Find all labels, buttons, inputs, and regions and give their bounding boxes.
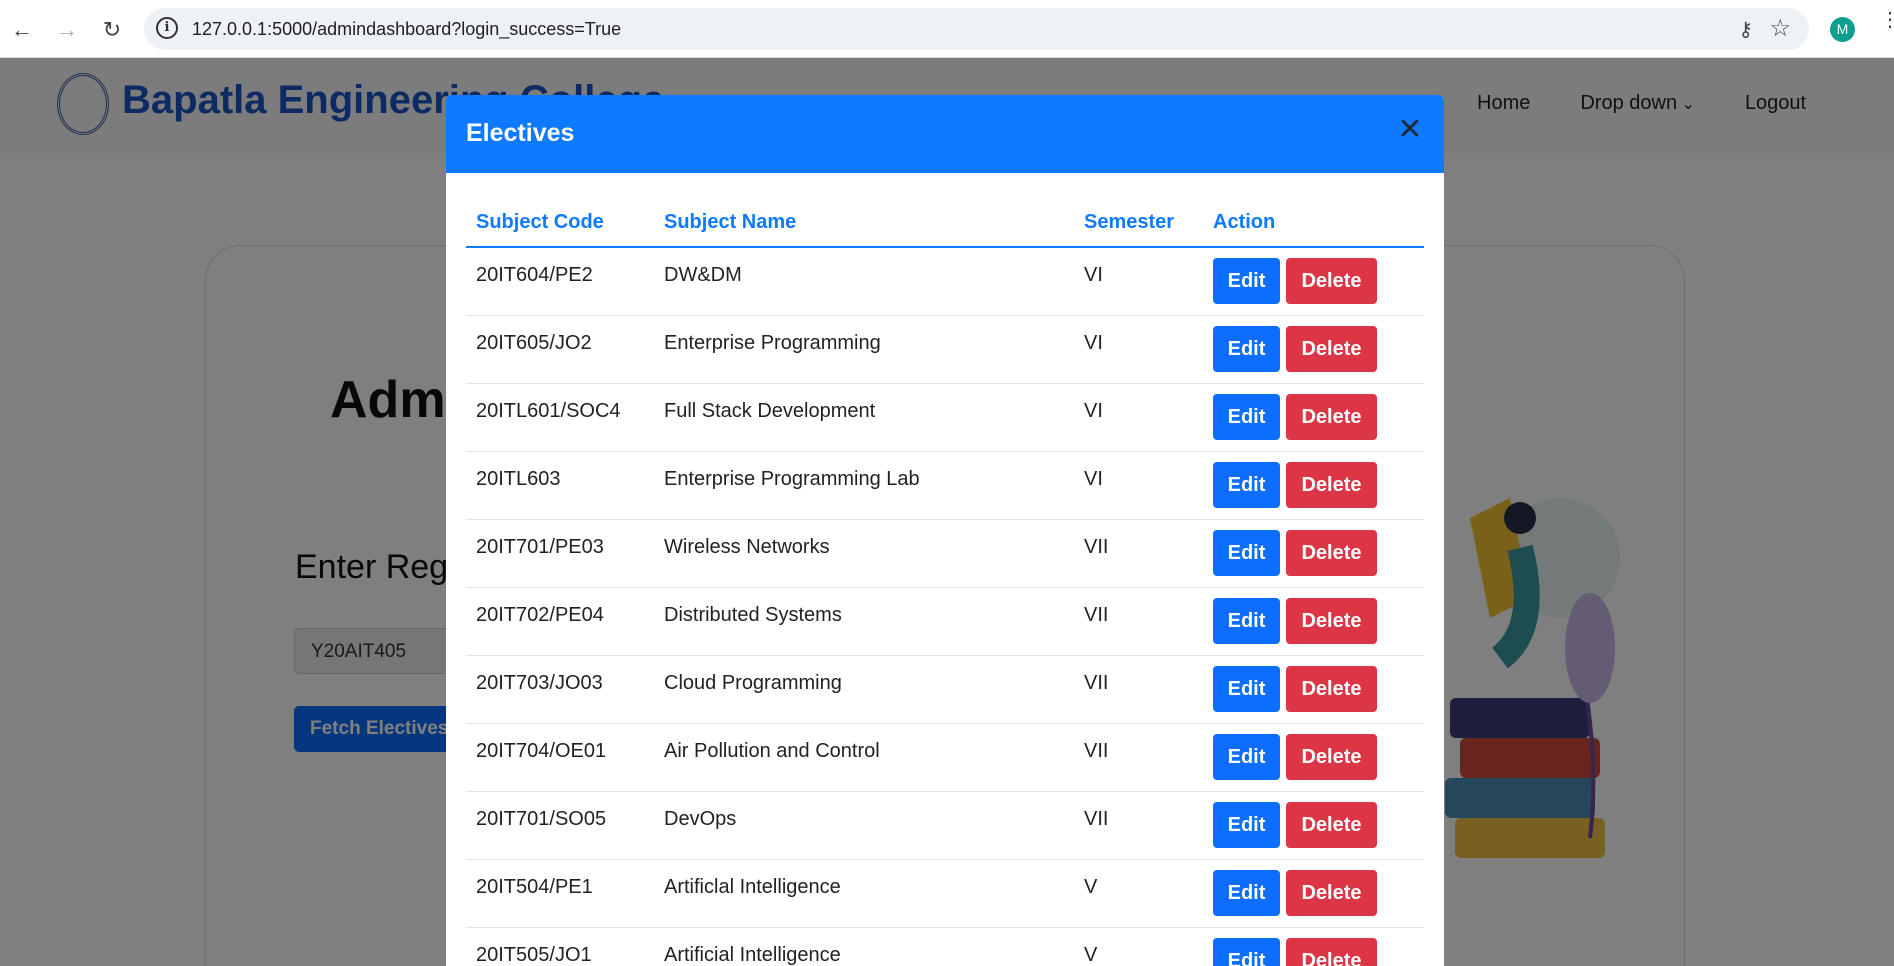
action-cell: Edit Delete bbox=[1203, 927, 1424, 966]
close-icon[interactable]: ✕ bbox=[1394, 115, 1426, 147]
semester: VI bbox=[1074, 451, 1203, 520]
delete-button[interactable]: Delete bbox=[1286, 801, 1377, 848]
semester: VII bbox=[1074, 791, 1203, 860]
table-header-row: Subject Code Subject Name Semester Actio… bbox=[466, 199, 1424, 248]
subject-code: 20IT701/SO05 bbox=[466, 791, 654, 860]
site-info-icon[interactable]: i bbox=[156, 17, 178, 39]
action-cell: Edit Delete bbox=[1203, 859, 1424, 928]
subject-name: Enterprise Programming bbox=[654, 315, 1074, 384]
edit-button[interactable]: Edit bbox=[1213, 801, 1280, 848]
semester: V bbox=[1074, 927, 1203, 966]
url-text[interactable]: 127.0.0.1:5000/admindashboard?login_succ… bbox=[192, 19, 621, 40]
table-row: 20IT702/PE04 Distributed Systems VII Edit De… bbox=[466, 587, 1424, 656]
action-cell: Edit Delete bbox=[1203, 723, 1424, 792]
subject-name: Full Stack Development bbox=[654, 383, 1074, 452]
subject-name: Enterprise Programming Lab bbox=[654, 451, 1074, 520]
edit-button[interactable]: Edit bbox=[1213, 665, 1280, 712]
table-row: 20ITL601/SOC4 Full Stack Development VI Edi… bbox=[466, 383, 1424, 452]
header-semester: Semester bbox=[1074, 199, 1203, 248]
edit-button[interactable]: Edit bbox=[1213, 597, 1280, 644]
electives-table: Subject Code Subject Name Semester Actio… bbox=[466, 199, 1424, 966]
header-subject-name: Subject Name bbox=[654, 199, 1074, 248]
table-row: 20IT604/PE2 DW&DM VI Edit Delete bbox=[466, 247, 1424, 316]
action-cell: Edit Delete bbox=[1203, 315, 1424, 384]
subject-name: Wireless Networks bbox=[654, 519, 1074, 588]
subject-code: 20IT605/JO2 bbox=[466, 315, 654, 384]
delete-button[interactable]: Delete bbox=[1286, 665, 1377, 712]
browser-toolbar: ← → ↻ i 127.0.0.1:5000/admindashboard?lo… bbox=[0, 0, 1894, 58]
table-row: 20IT505/JO1 Artificial Intelligence V Edit D… bbox=[466, 927, 1424, 966]
subject-name: Artificlal Intelligence bbox=[654, 859, 1074, 928]
semester: VII bbox=[1074, 655, 1203, 724]
table-row: 20IT701/SO05 DevOps VII Edit Delete bbox=[466, 791, 1424, 860]
edit-button[interactable]: Edit bbox=[1213, 733, 1280, 780]
delete-button[interactable]: Delete bbox=[1286, 529, 1377, 576]
subject-name: Cloud Programming bbox=[654, 655, 1074, 724]
table-row: 20ITL603 Enterprise Programming Lab VI Edit… bbox=[466, 451, 1424, 520]
semester: VII bbox=[1074, 519, 1203, 588]
subject-code: 20IT703/JO03 bbox=[466, 655, 654, 724]
browser-menu-icon[interactable]: ⋮ bbox=[1880, 10, 1894, 30]
action-cell: Edit Delete bbox=[1203, 655, 1424, 724]
reload-icon[interactable]: ↻ bbox=[94, 12, 130, 48]
semester: VI bbox=[1074, 247, 1203, 316]
subject-code: 20ITL603 bbox=[466, 451, 654, 520]
delete-button[interactable]: Delete bbox=[1286, 393, 1377, 440]
delete-button[interactable]: Delete bbox=[1286, 597, 1377, 644]
subject-code: 20IT701/PE03 bbox=[466, 519, 654, 588]
action-cell: Edit Delete bbox=[1203, 247, 1424, 316]
edit-button[interactable]: Edit bbox=[1213, 393, 1280, 440]
action-cell: Edit Delete bbox=[1203, 519, 1424, 588]
subject-name: DW&DM bbox=[654, 247, 1074, 316]
semester: VI bbox=[1074, 383, 1203, 452]
semester: VII bbox=[1074, 587, 1203, 656]
subject-name: Artificial Intelligence bbox=[654, 927, 1074, 966]
back-icon[interactable]: ← bbox=[4, 12, 40, 48]
subject-code: 20IT505/JO1 bbox=[466, 927, 654, 966]
subject-name: Air Pollution and Control bbox=[654, 723, 1074, 792]
delete-button[interactable]: Delete bbox=[1286, 937, 1377, 966]
delete-button[interactable]: Delete bbox=[1286, 733, 1377, 780]
semester: VII bbox=[1074, 723, 1203, 792]
edit-button[interactable]: Edit bbox=[1213, 937, 1280, 966]
table-row: 20IT701/PE03 Wireless Networks VII Edit Dele… bbox=[466, 519, 1424, 588]
profile-avatar[interactable]: M bbox=[1830, 17, 1855, 42]
delete-button[interactable]: Delete bbox=[1286, 461, 1377, 508]
semester: V bbox=[1074, 859, 1203, 928]
action-cell: Edit Delete bbox=[1203, 587, 1424, 656]
semester: VI bbox=[1074, 315, 1203, 384]
delete-button[interactable]: Delete bbox=[1286, 869, 1377, 916]
edit-button[interactable]: Edit bbox=[1213, 869, 1280, 916]
address-bar[interactable]: i 127.0.0.1:5000/admindashboard?login_su… bbox=[144, 8, 1809, 50]
forward-icon[interactable]: → bbox=[49, 12, 85, 48]
subject-code: 20IT604/PE2 bbox=[466, 247, 654, 316]
bookmark-star-icon[interactable]: ☆ bbox=[1769, 14, 1791, 43]
subject-code: 20ITL601/SOC4 bbox=[466, 383, 654, 452]
subject-code: 20IT702/PE04 bbox=[466, 587, 654, 656]
password-key-icon[interactable]: ⚷ bbox=[1738, 17, 1753, 42]
action-cell: Edit Delete bbox=[1203, 383, 1424, 452]
subject-name: DevOps bbox=[654, 791, 1074, 860]
table-row: 20IT605/JO2 Enterprise Programming VI Edit D… bbox=[466, 315, 1424, 384]
header-action: Action bbox=[1203, 199, 1424, 248]
table-row: 20IT703/JO03 Cloud Programming VII Edit Dele… bbox=[466, 655, 1424, 724]
table-row: 20IT504/PE1 Artificlal Intelligence V Edit D… bbox=[466, 859, 1424, 928]
edit-button[interactable]: Edit bbox=[1213, 529, 1280, 576]
subject-code: 20IT704/OE01 bbox=[466, 723, 654, 792]
action-cell: Edit Delete bbox=[1203, 451, 1424, 520]
edit-button[interactable]: Edit bbox=[1213, 325, 1280, 372]
edit-button[interactable]: Edit bbox=[1213, 258, 1280, 304]
delete-button[interactable]: Delete bbox=[1286, 325, 1377, 372]
action-cell: Edit Delete bbox=[1203, 791, 1424, 860]
subject-name: Distributed Systems bbox=[654, 587, 1074, 656]
delete-button[interactable]: Delete bbox=[1286, 258, 1377, 304]
edit-button[interactable]: Edit bbox=[1213, 461, 1280, 508]
header-subject-code: Subject Code bbox=[466, 199, 654, 248]
table-row: 20IT704/OE01 Air Pollution and Control VII… bbox=[466, 723, 1424, 792]
modal-header: Electives ✕ bbox=[446, 95, 1444, 173]
subject-code: 20IT504/PE1 bbox=[466, 859, 654, 928]
electives-modal: Electives ✕ Subject Code Subject Name Se… bbox=[446, 95, 1444, 966]
modal-title: Electives bbox=[466, 119, 575, 147]
